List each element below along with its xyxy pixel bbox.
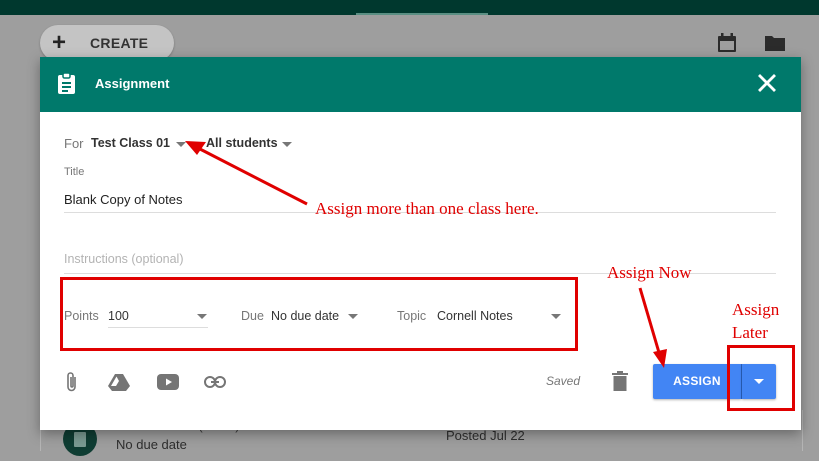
arrow-to-assign-button [638, 287, 662, 357]
annotation-arrows [185, 141, 667, 368]
arrow-head-class-select [185, 141, 206, 155]
arrow-head-assign-button [653, 349, 667, 368]
arrow-to-class-select [197, 146, 308, 206]
